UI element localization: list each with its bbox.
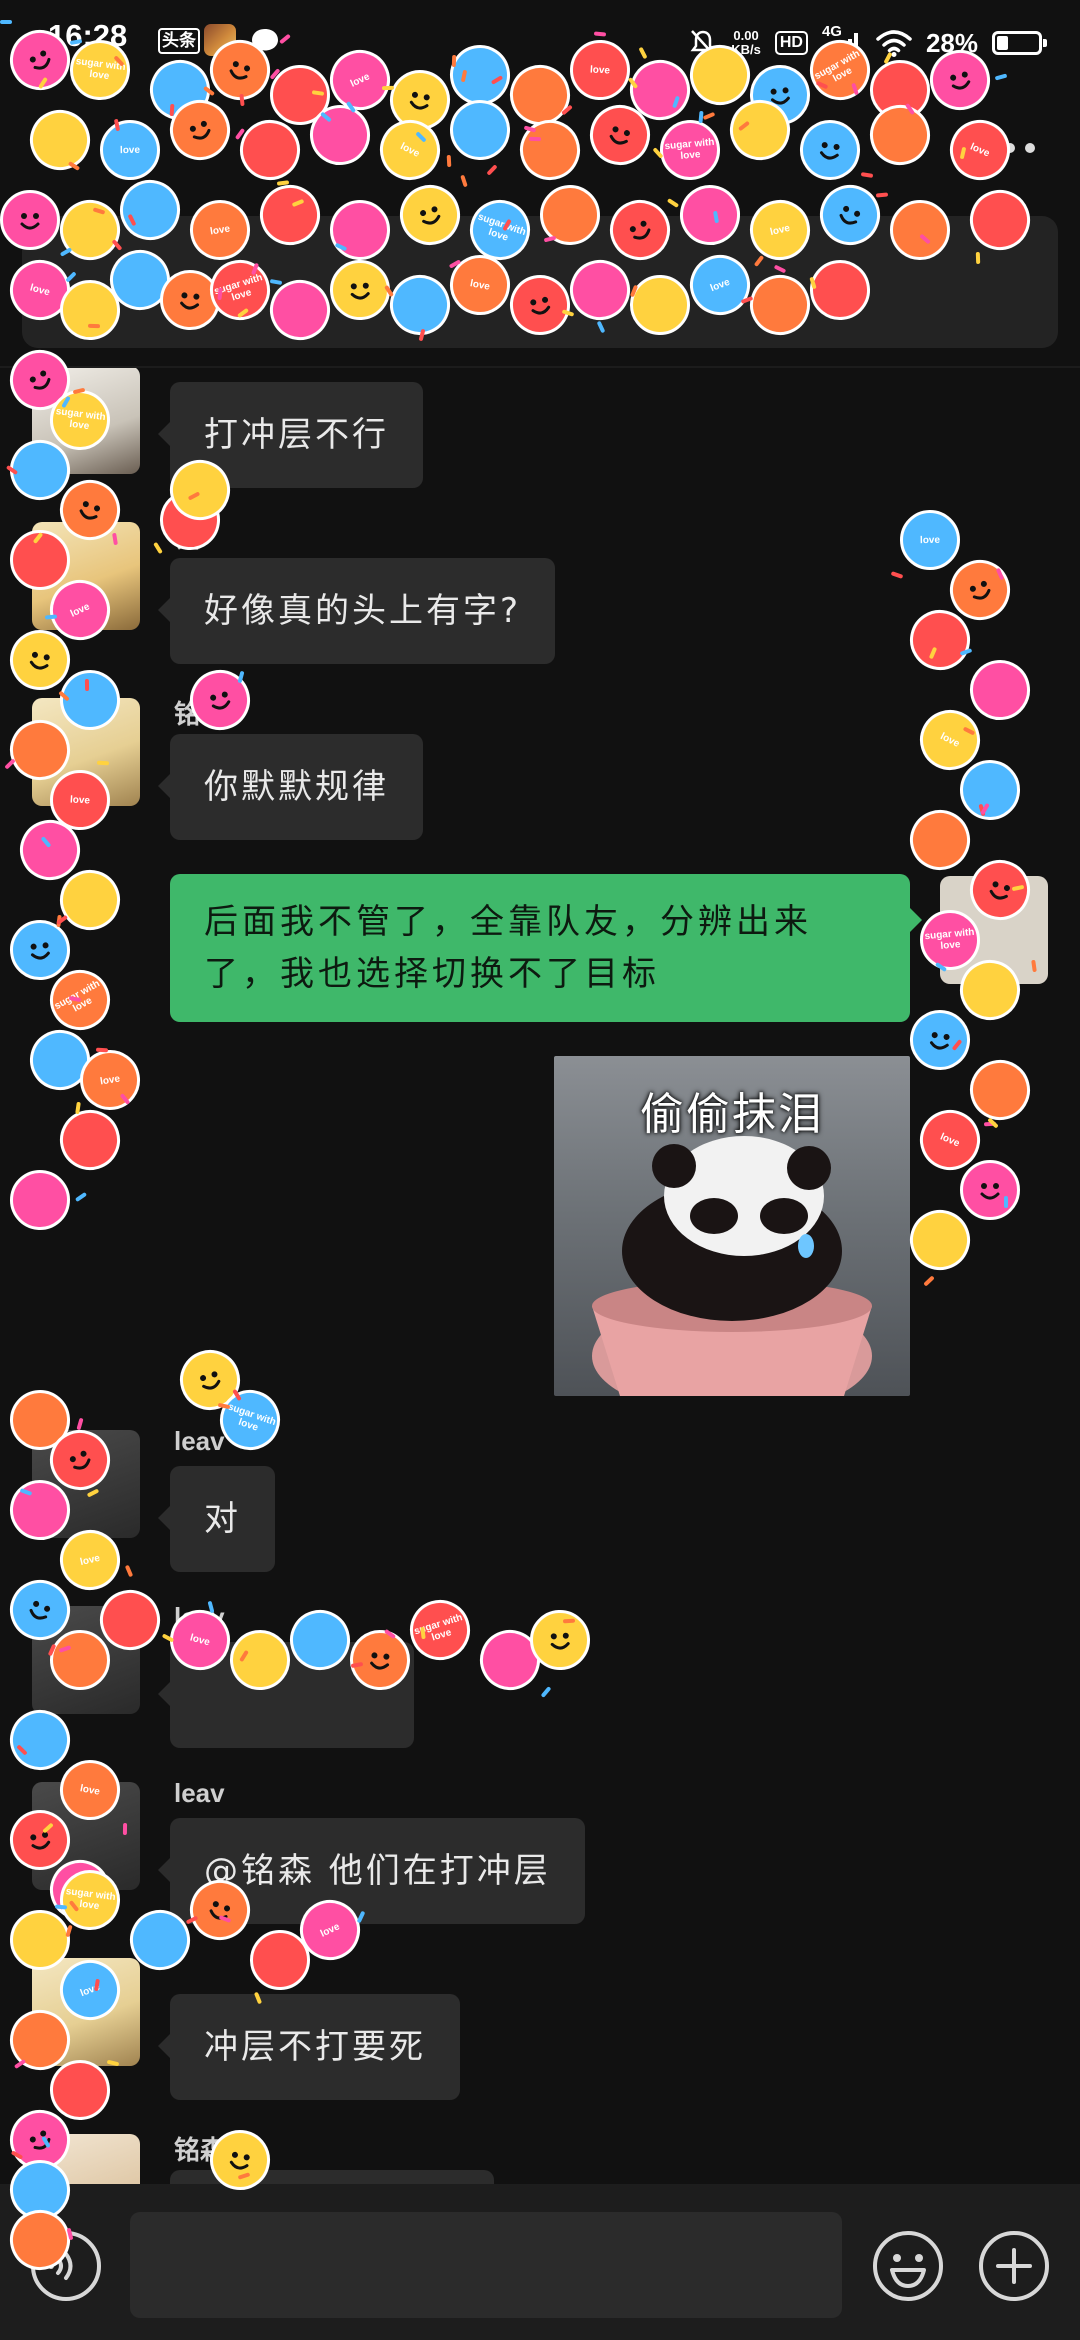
- avatar[interactable]: [32, 368, 140, 474]
- chat-notification-icon: [252, 29, 278, 54]
- message-bubble[interactable]: @铭森 他们在打冲层: [158, 1818, 585, 1924]
- sender-name: leav: [174, 1602, 225, 1632]
- message-input[interactable]: [130, 2212, 842, 2318]
- battery-fill: [997, 36, 1009, 50]
- back-button[interactable]: [30, 118, 90, 178]
- plus-icon[interactable]: [976, 2228, 1052, 2304]
- message-bubble[interactable]: 冲层不打要死: [158, 1994, 460, 2100]
- net-speed-unit: KB/s: [731, 42, 761, 57]
- avatar[interactable]: [32, 2134, 140, 2184]
- message-bubble[interactable]: 打冲层不行: [158, 382, 423, 488]
- self-message-bubble[interactable]: 后面我不管了，全靠队友，分辨出来了，我也选择切换不了目标: [170, 874, 922, 1022]
- signal-icon: 4G: [822, 23, 862, 59]
- chat-header: [0, 84, 1080, 212]
- voice-icon[interactable]: [28, 2228, 104, 2304]
- message-list[interactable]: 打冲层不行 铭 好像真的头上有字? 铭 你默默规律 后面我不管了，全靠队友，分辨…: [0, 368, 1080, 2184]
- avatar[interactable]: [32, 1958, 140, 2066]
- wifi-icon: [876, 30, 912, 57]
- sender-name: 铭森: [174, 2135, 227, 2165]
- self-avatar[interactable]: [940, 876, 1048, 984]
- hd-badge: HD: [774, 31, 808, 55]
- sender-name: leav: [174, 1426, 225, 1456]
- app-badge: 头条: [158, 28, 200, 54]
- mute-bell-icon: [690, 30, 716, 56]
- emoji-icon[interactable]: [870, 2228, 946, 2304]
- panda-in-bucket: [592, 1136, 872, 1396]
- more-button[interactable]: [980, 130, 1040, 166]
- avatar[interactable]: [32, 698, 140, 806]
- battery-percent: 28%: [925, 27, 978, 58]
- sticker-image[interactable]: 偷偷抹泪: [554, 1056, 910, 1396]
- avatar[interactable]: [32, 1430, 140, 1538]
- status-indicators: 0.00 KB/s HD 4G 28%: [689, 18, 1047, 68]
- net-speed: 0.00 KB/s: [731, 29, 761, 57]
- pinned-announcement-bar[interactable]: [22, 216, 1058, 348]
- sender-name: 铭: [174, 699, 201, 729]
- input-bar: [0, 2184, 1080, 2340]
- status-bar: 16:28 头条 0.00 KB/s HD 4G 28%: [0, 0, 1080, 84]
- net-speed-value: 0.00: [733, 28, 759, 43]
- status-time: 16:28: [48, 18, 128, 53]
- message-bubble[interactable]: 你默默规律: [158, 734, 423, 840]
- game-notification-icon: [204, 24, 236, 56]
- message-bubble[interactable]: [170, 2170, 494, 2184]
- message-bubble[interactable]: [158, 1642, 414, 1748]
- avatar[interactable]: [32, 522, 140, 630]
- message-bubble[interactable]: 对: [158, 1466, 275, 1572]
- sender-name: 铭: [174, 523, 201, 553]
- sender-name: leav: [174, 1778, 225, 1808]
- battery-icon: [992, 31, 1047, 55]
- avatar[interactable]: [32, 1606, 140, 1714]
- avatar[interactable]: [32, 1782, 140, 1890]
- message-bubble[interactable]: 好像真的头上有字?: [157, 558, 556, 664]
